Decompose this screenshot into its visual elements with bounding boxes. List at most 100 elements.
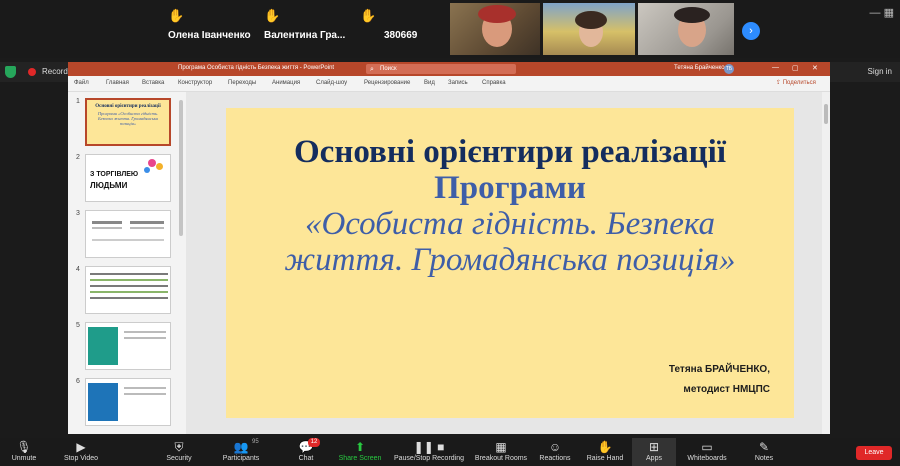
participant-video-3[interactable]	[638, 3, 734, 55]
participant-name: Олена Іванченко	[168, 30, 251, 41]
grid-view-icon[interactable]: ▦	[884, 7, 894, 19]
participant-count: 95	[252, 439, 259, 445]
slide-quote-line-2: життя. Громадянська позиція»	[284, 242, 736, 278]
slide-quote-line-1: «Особиста гідність. Безпека	[304, 206, 716, 242]
participant-name: 380669	[384, 30, 418, 41]
pause-stop-recording-button[interactable]: ❚❚ ■ Pause/Stop Recording	[392, 438, 466, 466]
thumbnails-scrollbar[interactable]	[179, 100, 183, 236]
search-icon: ⌕	[370, 66, 374, 73]
chat-button[interactable]: 💬 12 Chat	[288, 438, 324, 466]
ribbon-tabs: Файл Главная Вставка Конструктор Переход…	[68, 76, 830, 92]
participant-tile-1[interactable]: ✋ Олена Іванченко	[168, 4, 258, 54]
slide-program: Програми	[434, 170, 586, 206]
thumb-text: Основні орієнтири реалізації	[95, 104, 161, 109]
avatar[interactable]: ТБ	[724, 64, 734, 74]
reactions-button[interactable]: ☺ Reactions	[536, 438, 574, 466]
apps-icon: ⊞	[648, 440, 660, 454]
breakout-rooms-button[interactable]: ▦ Breakout Rooms	[472, 438, 530, 466]
raised-hand-icon: ✋	[168, 8, 185, 23]
sign-in-link[interactable]: Sign in	[868, 67, 892, 76]
breakout-rooms-icon: ▦	[495, 440, 507, 454]
tab-file[interactable]: Файл	[74, 80, 89, 86]
minimize-icon[interactable]: —	[870, 7, 881, 19]
microphone-muted-icon: 🎙	[16, 440, 32, 454]
thumb-number: 5	[76, 322, 80, 329]
tab-home[interactable]: Главная	[106, 80, 129, 86]
slide-thumbnail-1[interactable]: Основні орієнтири реалізації Програми «О…	[85, 98, 171, 146]
thumb-number: 4	[76, 266, 80, 273]
tab-slideshow[interactable]: Слайд-шоу	[316, 80, 347, 86]
participant-tile-2[interactable]: ✋ Валентина Гра...	[264, 4, 356, 54]
pause-icon: ❚❚ ■	[413, 440, 445, 454]
thumb-number: 6	[76, 378, 80, 385]
unmute-button[interactable]: 🎙 Unmute	[4, 438, 44, 466]
participant-strip: ✋ Олена Іванченко ✋ Валентина Гра... ✋ 3…	[0, 0, 900, 58]
tab-transitions[interactable]: Переходы	[228, 80, 256, 86]
share-icon: ⇪	[776, 80, 782, 86]
whiteboards-button[interactable]: ▭ Whiteboards	[682, 438, 732, 466]
tab-review[interactable]: Рецензирование	[364, 80, 410, 86]
slide-thumbnail-2[interactable]: З ТОРГІВЛЕЮ ЛЮДЬМИ	[85, 154, 171, 202]
close-icon[interactable]: ✕	[812, 64, 818, 72]
video-camera-icon: ▶	[76, 440, 86, 454]
slide-canvas: Основні орієнтири реалізації Програми «О…	[186, 92, 830, 434]
notes-button[interactable]: ✎ Notes	[748, 438, 780, 466]
search-placeholder: Поиск	[380, 66, 397, 72]
thumb-number: 1	[76, 98, 80, 105]
current-slide[interactable]: Основні орієнтири реалізації Програми «О…	[226, 108, 794, 418]
participant-video-1[interactable]	[450, 3, 540, 55]
share-screen-icon: ⬆	[354, 440, 366, 454]
zoom-meeting-window: ✋ Олена Іванченко ✋ Валентина Гра... ✋ 3…	[0, 0, 900, 466]
participant-tile-3[interactable]: ✋ 380669	[360, 4, 440, 54]
notes-icon: ✎	[758, 440, 770, 454]
recording-dot-icon	[28, 68, 36, 76]
shield-icon	[5, 66, 16, 78]
minimize-icon[interactable]: —	[772, 64, 779, 71]
slide-thumbnail-3[interactable]	[85, 210, 171, 258]
slide-title: Основні орієнтири реалізації	[294, 134, 726, 170]
slide-thumbnails-pane: 1 Основні орієнтири реалізації Програми …	[68, 92, 186, 434]
share-button[interactable]: ⇪ Поделиться	[776, 79, 816, 86]
maximize-icon[interactable]: ▢	[792, 64, 799, 72]
tab-design[interactable]: Конструктор	[178, 80, 212, 86]
thumb-text: ЛЮДЬМИ	[90, 181, 128, 190]
tab-record[interactable]: Запись	[448, 80, 468, 86]
stop-video-button[interactable]: ▶ Stop Video	[58, 438, 104, 466]
slide-author-role: методист НМЦПС	[683, 384, 770, 395]
raise-hand-button[interactable]: ✋ Raise Hand	[584, 438, 626, 466]
meeting-toolbar: 🎙 Unmute ▶ Stop Video ⛨ Security 👥 95 Pa…	[0, 438, 900, 466]
slide-thumbnail-4[interactable]	[85, 266, 171, 314]
thumb-text: Програми «Особиста гідність. Безпека жит…	[97, 111, 159, 126]
slide-thumbnail-5[interactable]	[85, 322, 171, 370]
ppt-title-bar: Програма Особиста гідність Безпека життя…	[68, 62, 830, 76]
thumb-number: 3	[76, 210, 80, 217]
raised-hand-icon: ✋	[360, 8, 377, 23]
participants-button[interactable]: 👥 95 Participants	[216, 438, 266, 466]
canvas-scrollbar[interactable]	[822, 92, 830, 434]
leave-button[interactable]: Leave	[856, 446, 892, 460]
ppt-search-box[interactable]: ⌕ Поиск	[366, 64, 516, 74]
slide-thumbnail-6[interactable]	[85, 378, 171, 426]
top-window-controls[interactable]: — ▦	[870, 6, 894, 19]
thumb-number: 2	[76, 154, 80, 161]
chevron-right-icon: ›	[749, 25, 753, 37]
participant-name: Валентина Гра...	[264, 30, 346, 41]
share-screen-button[interactable]: ⬆ Share Screen	[336, 438, 384, 466]
whiteboard-icon: ▭	[701, 440, 713, 454]
tab-animation[interactable]: Анимация	[272, 80, 300, 86]
apps-button[interactable]: ⊞ Apps	[632, 438, 676, 466]
participant-video-2[interactable]	[543, 3, 635, 55]
tab-help[interactable]: Справка	[482, 80, 506, 86]
hand-icon: ✋	[597, 440, 613, 454]
raised-hand-icon: ✋	[264, 8, 281, 23]
chat-unread-badge: 12	[308, 438, 320, 447]
slide-author: Тетяна БРАЙЧЕНКО,	[668, 364, 770, 375]
smiley-icon: ☺	[548, 440, 562, 454]
thumb-text: З ТОРГІВЛЕЮ	[90, 171, 139, 178]
next-page-button[interactable]: ›	[742, 22, 760, 40]
tab-insert[interactable]: Вставка	[142, 80, 164, 86]
user-name: Тетяна Брайченко	[674, 65, 725, 71]
tab-view[interactable]: Вид	[424, 80, 435, 86]
security-button[interactable]: ⛨ Security	[158, 438, 200, 466]
powerpoint-window: Програма Особиста гідність Безпека життя…	[68, 62, 830, 434]
